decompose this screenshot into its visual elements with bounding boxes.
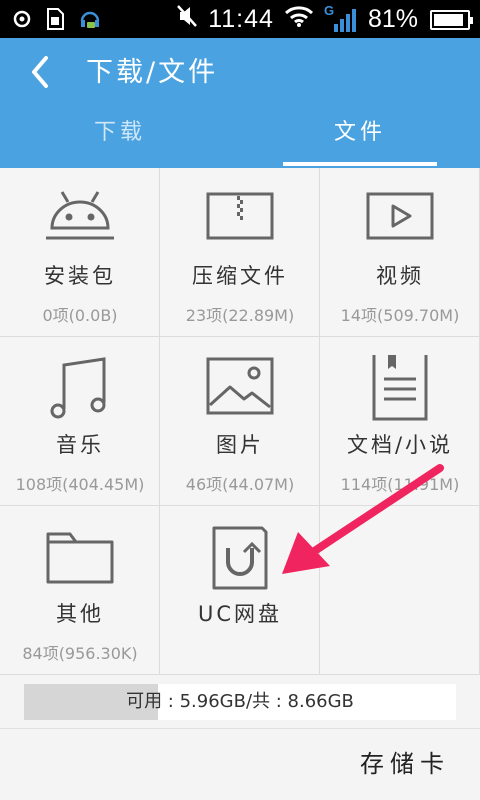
sim-status-icon xyxy=(46,8,64,34)
mute-icon xyxy=(176,4,198,35)
tab-download[interactable]: 下载 xyxy=(0,110,240,160)
category-count: 23项(22.89M) xyxy=(185,306,295,325)
app-header: 下载/文件 下载 文件 xyxy=(0,38,480,168)
music-note-icon xyxy=(50,357,106,419)
document-icon xyxy=(372,355,428,421)
category-count: 108项(404.45M) xyxy=(15,475,145,494)
status-right-icons: 11:44 G 81% xyxy=(176,3,473,35)
wifi-icon xyxy=(284,5,314,34)
category-label: 安装包 xyxy=(44,264,116,288)
tab-files[interactable]: 文件 xyxy=(240,110,480,160)
category-count: 14项(509.70M) xyxy=(340,306,460,325)
page-title: 下载/文件 xyxy=(86,57,219,88)
picture-icon xyxy=(206,357,274,415)
storage-card-button[interactable]: 存储卡 xyxy=(360,744,450,779)
annotation-arrow xyxy=(282,464,444,574)
category-grid: 安装包 0项(0.0B) 压缩文件 23项(22.89M) 视频 14项(509… xyxy=(0,168,480,676)
cell-signal-icon: G xyxy=(324,3,358,33)
headset-status-icon xyxy=(78,7,102,35)
category-other[interactable]: 其他 84项(956.30K) xyxy=(0,506,160,675)
category-label: 视频 xyxy=(376,264,424,288)
divider xyxy=(0,728,480,729)
battery-fill xyxy=(434,13,464,26)
category-label: UC网盘 xyxy=(197,602,283,626)
category-label: 压缩文件 xyxy=(192,264,288,288)
storage-text: 可用 : 5.96GB/共 : 8.66GB xyxy=(126,691,354,712)
category-count: 0项(0.0B) xyxy=(42,306,118,325)
storage-usage-bar: 可用 : 5.96GB/共 : 8.66GB xyxy=(24,684,456,720)
category-label: 文档/小说 xyxy=(346,433,454,457)
category-label: 其他 xyxy=(56,602,104,626)
category-archive[interactable]: 压缩文件 23项(22.89M) xyxy=(160,168,320,337)
category-count: 84项(956.30K) xyxy=(22,644,138,663)
category-video[interactable]: 视频 14项(509.70M) xyxy=(320,168,480,337)
back-button[interactable] xyxy=(24,52,58,92)
android-icon xyxy=(46,191,114,240)
status-left-icons xyxy=(12,7,102,35)
status-bar: 11:44 G 81% xyxy=(0,0,480,38)
clock: 11:44 xyxy=(208,5,274,33)
folder-icon xyxy=(46,532,114,584)
uc-cloud-icon xyxy=(212,526,268,590)
category-label: 音乐 xyxy=(56,433,104,457)
category-label: 图片 xyxy=(216,433,264,457)
video-icon xyxy=(366,192,434,240)
battery-icon xyxy=(430,9,473,30)
category-install-package[interactable]: 安装包 0项(0.0B) xyxy=(0,168,160,337)
battery-percent: 81% xyxy=(367,5,418,33)
archive-icon xyxy=(206,192,274,240)
tab-indicator xyxy=(283,162,437,166)
settings-status-icon xyxy=(12,9,32,33)
category-music[interactable]: 音乐 108项(404.45M) xyxy=(0,337,160,506)
chevron-left-icon xyxy=(32,56,48,88)
